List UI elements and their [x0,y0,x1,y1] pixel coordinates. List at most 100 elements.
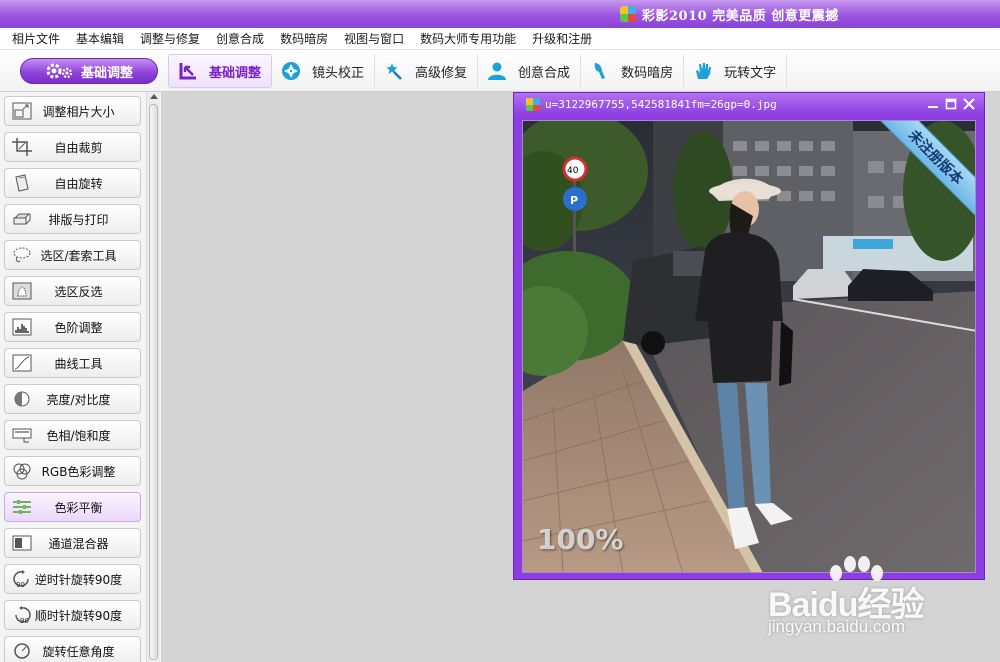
sidebar-item-label: 逆时针旋转90度 [34,572,123,587]
tab-label: 基础调整 [209,65,262,81]
person-icon [486,60,508,82]
hand-icon [692,60,714,82]
tab-label: 创意合成 [518,65,571,81]
image-window-titlebar[interactable]: u=3122967755,542581841fm=26gp=0.jpg [514,93,984,115]
rotate-cw-90-icon: 90 [11,605,33,625]
title-wrap: 彩影2010 完美品质 创意更震撼 [620,4,839,24]
svg-text:90: 90 [16,581,25,588]
menu-adjust[interactable]: 调整与修复 [140,30,200,47]
sidebar-item-label: 色彩平衡 [54,500,103,515]
app-title: 彩影2010 完美品质 创意更震撼 [642,8,839,24]
levels-button[interactable]: 色阶调整 [4,312,141,342]
basic-adjust-label: 基础调整 [80,65,133,81]
title-bar[interactable]: 彩影2010 完美品质 创意更震撼 [0,0,1000,28]
rgb-circles-icon [11,461,33,481]
app-window: 彩影2010 完美品质 创意更震撼 相片文件 基本编辑 调整与修复 创意合成 数… [0,0,1000,662]
printer-icon [11,209,33,229]
contrast-icon [11,389,33,409]
layout-print-button[interactable]: 排版与打印 [4,204,141,234]
lasso-tool-button[interactable]: 选区/套索工具 [4,240,141,270]
sidebar-item-label: 色相/饱和度 [46,428,111,443]
menu-file[interactable]: 相片文件 [12,30,60,47]
sidebar-scrollbar[interactable] [146,92,160,662]
free-crop-button[interactable]: 自由裁剪 [4,132,141,162]
svg-text:P: P [570,194,578,207]
hue-icon [11,425,33,445]
sidebar-item-label: 旋转任意角度 [42,644,115,659]
menu-view[interactable]: 视图与窗口 [344,30,404,47]
sidebar-item-label: 亮度/对比度 [46,392,111,407]
tab-label: 数码暗房 [621,65,674,81]
sidebar-item-label: 顺时针旋转90度 [34,608,123,623]
maximize-icon[interactable] [942,95,960,113]
resize-photo-button[interactable]: 调整相片大小 [4,96,141,126]
scroll-up-arrow-icon[interactable] [150,94,158,99]
menu-master[interactable]: 数码大师专用功能 [420,30,516,47]
free-rotate-button[interactable]: 自由旋转 [4,168,141,198]
sidebar-item-label: 调整相片大小 [42,104,115,119]
watermark-url: jingyan.baidu.com [768,617,906,636]
tab-basic-adjust[interactable]: 基础调整 [168,54,273,88]
tab-lens-correction[interactable]: 镜头校正 [272,54,376,88]
tool-sidebar: 调整相片大小 自由裁剪 自由旋转 排版与打印 选区/套索工具 选区反选 色阶调整 [0,92,162,662]
channel-icon [11,533,33,553]
invert-selection-icon [11,281,33,301]
menu-register[interactable]: 升级和注册 [532,30,592,47]
photo-preview[interactable]: 40 P 未注册版本 100% [522,120,976,573]
svg-text:90: 90 [20,617,29,624]
hue-saturation-button[interactable]: 色相/饱和度 [4,420,141,450]
menu-darkroom[interactable]: 数码暗房 [280,30,328,47]
scroll-thumb[interactable] [149,104,158,660]
sidebar-item-label: 通道混合器 [48,536,109,551]
sidebar-item-label: 曲线工具 [54,356,103,371]
sidebar-item-label: 排版与打印 [48,212,109,227]
tab-text-fun[interactable]: 玩转文字 [684,54,788,88]
sidebar-item-label: RGB色彩调整 [41,464,116,479]
tab-advanced-repair[interactable]: 高级修复 [375,54,479,88]
tab-digital-darkroom[interactable]: 数码暗房 [581,54,685,88]
rotate-cw-90-button[interactable]: 90 顺时针旋转90度 [4,600,141,630]
gear-icon [46,63,73,79]
street-photo: 40 P [523,121,975,572]
tab-label: 镜头校正 [312,65,365,81]
sidebar-item-label: 选区反选 [54,284,103,299]
aperture-icon [280,60,302,82]
brightness-contrast-button[interactable]: 亮度/对比度 [4,384,141,414]
minimize-icon[interactable] [924,95,942,113]
sidebar-item-label: 色阶调整 [54,320,103,335]
tab-label: 玩转文字 [724,65,777,81]
rotate-ccw-90-button[interactable]: 90 逆时针旋转90度 [4,564,141,594]
sidebar-item-label: 自由裁剪 [54,140,103,155]
tab-creative-composite[interactable]: 创意合成 [478,54,582,88]
resize-icon [11,101,33,121]
image-window[interactable]: u=3122967755,542581841fm=26gp=0.jpg 40 P… [513,92,985,580]
toolbar-tabs: 基础调整 镜头校正 高级修复 创意合成 数码暗房 玩转文字 [168,52,788,90]
rgb-adjust-button[interactable]: RGB色彩调整 [4,456,141,486]
close-icon[interactable] [960,95,978,113]
curve-icon [11,353,33,373]
dropper-icon [589,60,611,82]
rotate-page-icon [11,173,33,193]
sidebar-item-label: 选区/套索工具 [40,248,117,263]
tab-label: 高级修复 [415,65,468,81]
sidebar-item-label: 自由旋转 [54,176,103,191]
menu-composite[interactable]: 创意合成 [216,30,264,47]
window-controls [924,95,978,113]
basic-adjust-button[interactable]: 基础调整 [20,58,158,84]
zoom-level: 100% [537,523,624,556]
app-logo-icon [620,6,636,22]
baidu-watermark: Baidu经验 jingyan.baidu.com [760,555,980,655]
menu-edit[interactable]: 基本编辑 [76,30,124,47]
sliders-icon [11,497,33,517]
rotate-ccw-90-icon: 90 [11,569,33,589]
rotate-any-angle-button[interactable]: 旋转任意角度 [4,636,141,662]
invert-selection-button[interactable]: 选区反选 [4,276,141,306]
color-balance-button[interactable]: 色彩平衡 [4,492,141,522]
image-filename: u=3122967755,542581841fm=26gp=0.jpg [545,97,777,111]
crop-arrow-icon [177,60,199,82]
channel-mixer-button[interactable]: 通道混合器 [4,528,141,558]
menu-bar: 相片文件 基本编辑 调整与修复 创意合成 数码暗房 视图与窗口 数码大师专用功能… [0,28,1000,50]
magic-wand-icon [383,60,405,82]
file-logo-icon [526,97,540,111]
curves-button[interactable]: 曲线工具 [4,348,141,378]
